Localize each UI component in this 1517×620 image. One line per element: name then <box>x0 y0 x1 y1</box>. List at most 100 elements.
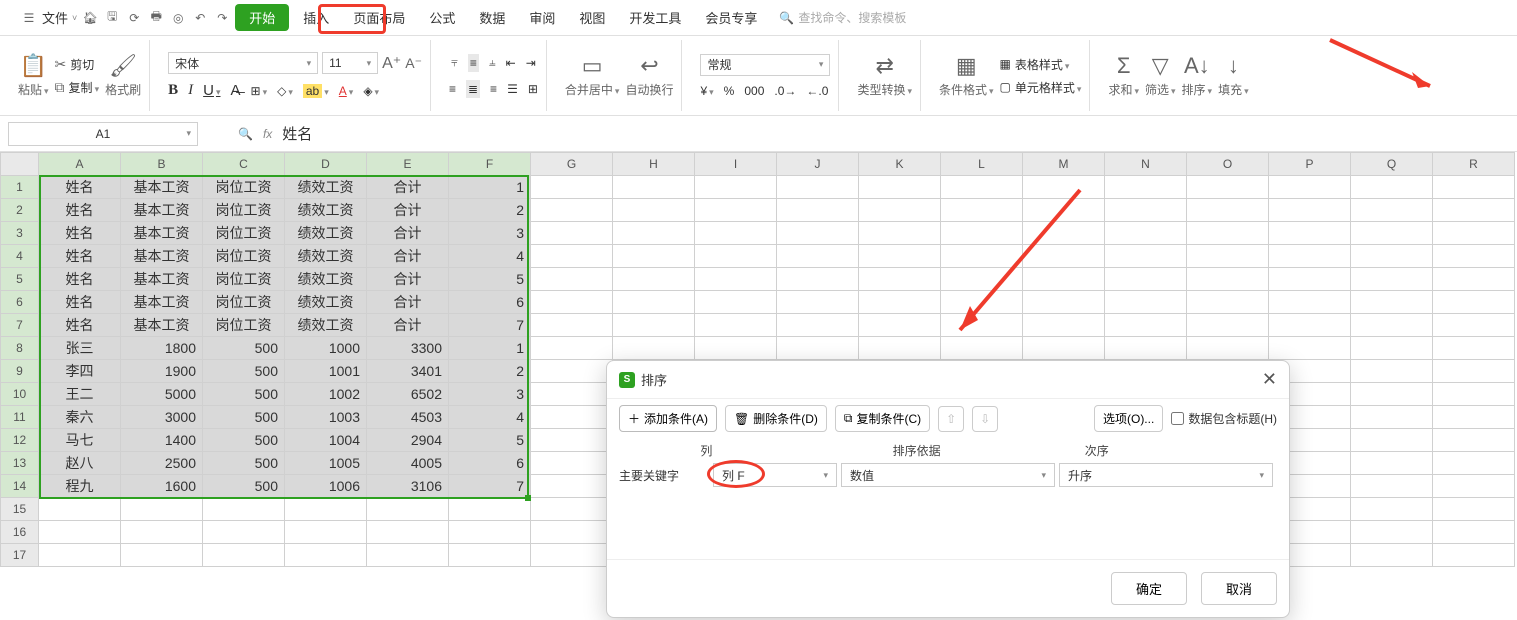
row-header-1[interactable]: 1 <box>1 176 39 199</box>
cell-M8[interactable] <box>1023 337 1105 360</box>
row-header-10[interactable]: 10 <box>1 383 39 406</box>
row-header-6[interactable]: 6 <box>1 291 39 314</box>
cell-D4[interactable]: 绩效工资 <box>285 245 367 268</box>
cell-C9[interactable]: 500 <box>203 360 285 383</box>
cell-J5[interactable] <box>777 268 859 291</box>
cell-D14[interactable]: 1006 <box>285 475 367 498</box>
cell-I6[interactable] <box>695 291 777 314</box>
cell-R6[interactable] <box>1433 291 1515 314</box>
home-icon[interactable]: 🏠︎ <box>81 9 99 27</box>
cell-Q10[interactable] <box>1351 383 1433 406</box>
cut-button[interactable]: ✂剪切 <box>55 56 100 73</box>
cell-A8[interactable]: 张三 <box>39 337 121 360</box>
cell-E7[interactable]: 合计 <box>367 314 449 337</box>
cell-E13[interactable]: 4005 <box>367 452 449 475</box>
align-left-icon[interactable]: ≡ <box>449 82 456 96</box>
cell-C15[interactable] <box>203 498 285 521</box>
cell-D17[interactable] <box>285 544 367 567</box>
cell-L7[interactable] <box>941 314 1023 337</box>
cell-G8[interactable] <box>531 337 613 360</box>
cell-R16[interactable] <box>1433 521 1515 544</box>
align-bottom-icon[interactable]: ⫨ <box>489 55 496 70</box>
cell-L4[interactable] <box>941 245 1023 268</box>
cell-B11[interactable]: 3000 <box>121 406 203 429</box>
sort-column-select[interactable]: 列 F▾ <box>713 463 837 487</box>
cell-O7[interactable] <box>1187 314 1269 337</box>
cell-M3[interactable] <box>1023 222 1105 245</box>
type-convert-button[interactable]: ⇄ 类型转换 <box>857 53 912 98</box>
cell-E5[interactable]: 合计 <box>367 268 449 291</box>
cell-E1[interactable]: 合计 <box>367 176 449 199</box>
cell-P7[interactable] <box>1269 314 1351 337</box>
col-header-B[interactable]: B <box>121 153 203 176</box>
font-name-select[interactable]: 宋体▾ <box>168 52 318 74</box>
cell-F15[interactable] <box>449 498 531 521</box>
cell-R10[interactable] <box>1433 383 1515 406</box>
cell-K8[interactable] <box>859 337 941 360</box>
cell-B3[interactable]: 基本工资 <box>121 222 203 245</box>
row-header-11[interactable]: 11 <box>1 406 39 429</box>
cell-B8[interactable]: 1800 <box>121 337 203 360</box>
cell-N5[interactable] <box>1105 268 1187 291</box>
copy-condition-button[interactable]: ⧉复制条件(C) <box>835 405 930 432</box>
cell-H4[interactable] <box>613 245 695 268</box>
fill-color-button[interactable]: ◇ <box>277 84 293 98</box>
cell-L6[interactable] <box>941 291 1023 314</box>
tab-formula[interactable]: 公式 <box>419 4 465 31</box>
cell-Q6[interactable] <box>1351 291 1433 314</box>
cell-R1[interactable] <box>1433 176 1515 199</box>
cell-N7[interactable] <box>1105 314 1187 337</box>
cell-O1[interactable] <box>1187 176 1269 199</box>
increase-decimal-icon[interactable]: .0→ <box>774 84 796 98</box>
border-button[interactable]: ⊞ <box>251 84 268 98</box>
row-header-2[interactable]: 2 <box>1 199 39 222</box>
row-header-9[interactable]: 9 <box>1 360 39 383</box>
cell-C3[interactable]: 岗位工资 <box>203 222 285 245</box>
cell-G5[interactable] <box>531 268 613 291</box>
col-header-E[interactable]: E <box>367 153 449 176</box>
sum-button[interactable]: Σ求和 <box>1108 53 1139 98</box>
cell-C4[interactable]: 岗位工资 <box>203 245 285 268</box>
col-header-G[interactable]: G <box>531 153 613 176</box>
font-color-button[interactable]: A <box>339 84 354 98</box>
cell-E4[interactable]: 合计 <box>367 245 449 268</box>
cell-E11[interactable]: 4503 <box>367 406 449 429</box>
cell-Q16[interactable] <box>1351 521 1433 544</box>
move-up-button[interactable]: ⇧ <box>938 406 964 432</box>
strikethrough-button[interactable]: A̶ <box>231 82 241 99</box>
row-header-4[interactable]: 4 <box>1 245 39 268</box>
cell-G3[interactable] <box>531 222 613 245</box>
cell-I8[interactable] <box>695 337 777 360</box>
cell-B14[interactable]: 1600 <box>121 475 203 498</box>
cell-P2[interactable] <box>1269 199 1351 222</box>
cell-A17[interactable] <box>39 544 121 567</box>
cell-Q7[interactable] <box>1351 314 1433 337</box>
cell-D5[interactable]: 绩效工资 <box>285 268 367 291</box>
tab-member[interactable]: 会员专享 <box>695 4 767 31</box>
cell-N3[interactable] <box>1105 222 1187 245</box>
cell-P3[interactable] <box>1269 222 1351 245</box>
cell-K4[interactable] <box>859 245 941 268</box>
cell-P4[interactable] <box>1269 245 1351 268</box>
zoom-icon[interactable]: 🔍 <box>238 127 253 141</box>
cell-G17[interactable] <box>531 544 613 567</box>
cell-Q17[interactable] <box>1351 544 1433 567</box>
cell-G2[interactable] <box>531 199 613 222</box>
cell-C5[interactable]: 岗位工资 <box>203 268 285 291</box>
tab-view[interactable]: 视图 <box>569 4 615 31</box>
cell-H5[interactable] <box>613 268 695 291</box>
cell-F5[interactable]: 5 <box>449 268 531 291</box>
cell-Q5[interactable] <box>1351 268 1433 291</box>
cell-Q2[interactable] <box>1351 199 1433 222</box>
cell-F10[interactable]: 3 <box>449 383 531 406</box>
cell-A5[interactable]: 姓名 <box>39 268 121 291</box>
decrease-decimal-icon[interactable]: ←.0 <box>806 84 828 98</box>
cell-G9[interactable] <box>531 360 613 383</box>
cell-G4[interactable] <box>531 245 613 268</box>
move-down-button[interactable]: ⇩ <box>972 406 998 432</box>
percent-icon[interactable]: % <box>724 84 735 98</box>
currency-icon[interactable]: ¥ <box>700 84 713 98</box>
cell-D15[interactable] <box>285 498 367 521</box>
cell-K6[interactable] <box>859 291 941 314</box>
cell-Q1[interactable] <box>1351 176 1433 199</box>
